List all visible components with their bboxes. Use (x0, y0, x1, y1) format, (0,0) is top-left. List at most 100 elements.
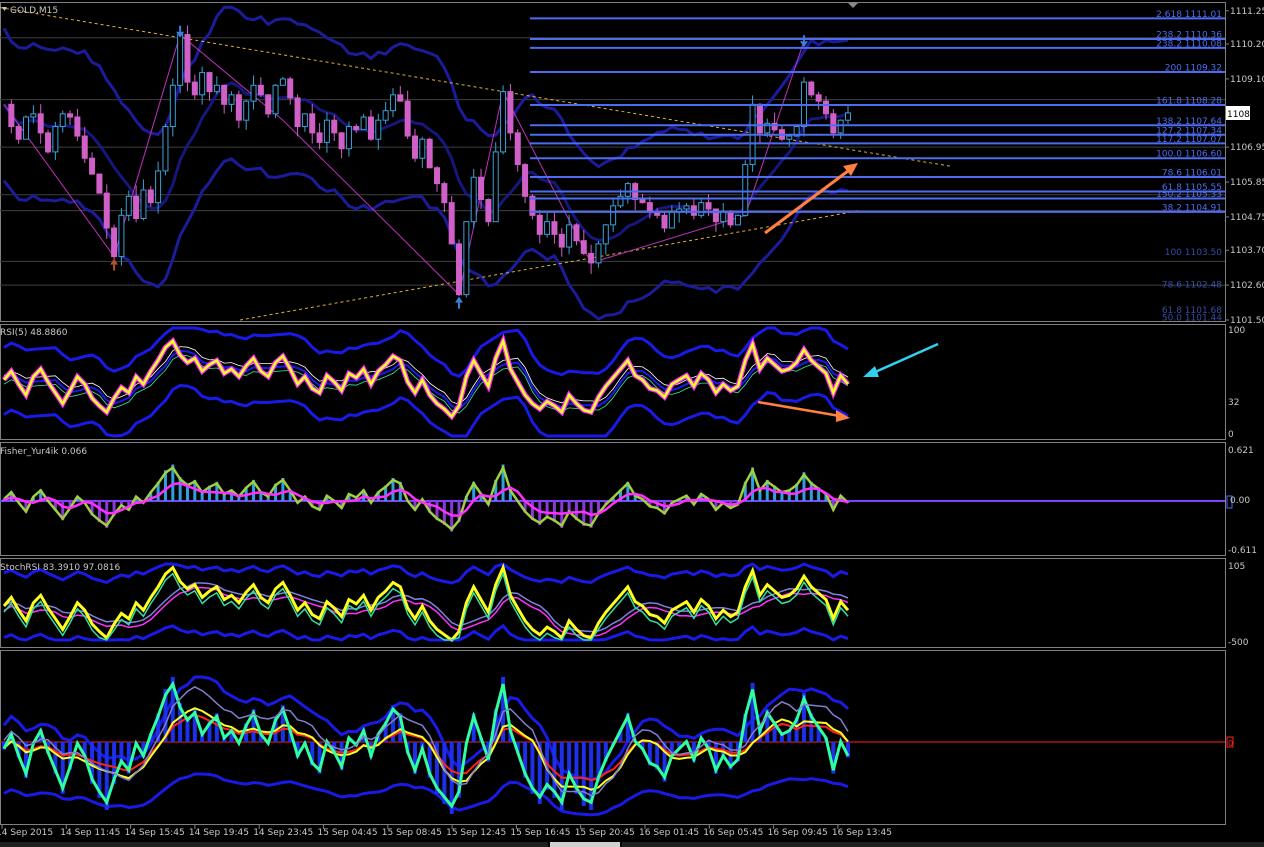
fib-secondary-label: 78.6 1102.48 (1162, 280, 1222, 290)
candle-down (705, 202, 712, 210)
cyan-arrow-head (863, 366, 879, 377)
osc-axis-zero: 0 (1228, 739, 1233, 748)
price-axis-tick: 1111.25 (1230, 7, 1264, 17)
candle-down (353, 126, 360, 131)
candle-down (756, 103, 763, 134)
candle-down (411, 135, 418, 159)
candle-up (389, 94, 396, 112)
shift-marker-icon (848, 3, 858, 8)
candle-up (698, 202, 705, 216)
rsi-divergence-arrow (757, 400, 841, 418)
osc-lower-band (3, 772, 849, 817)
time-axis-label: 15 Sep 20:45 (575, 828, 635, 838)
candle-up (566, 224, 573, 248)
stoch-main-line (2, 563, 850, 643)
candle-up (683, 205, 690, 210)
fisher-title: Fisher_Yur4ik 0.066 (0, 447, 87, 457)
candle-up (595, 243, 602, 264)
candle-up (199, 72, 206, 96)
candle-down (815, 94, 822, 102)
candle-down (67, 113, 74, 118)
candle-down (184, 34, 191, 83)
candle-down (514, 132, 521, 166)
candle-down (221, 84, 228, 105)
price-axis-tick: 1110.20 (1230, 40, 1264, 50)
time-axis-label: 14 Sep 23:45 (253, 828, 313, 838)
candle-up (279, 78, 286, 86)
rsi-axis-max: 100 (1228, 326, 1245, 336)
stochrsi-title: StochRSI 83.3910 97.0816 (0, 563, 120, 573)
candle-down (580, 240, 587, 254)
candle-down (404, 100, 411, 137)
scroll-left-area[interactable] (0, 842, 548, 847)
candle-down (74, 116, 81, 137)
candle-up (786, 135, 793, 140)
candle-down (257, 84, 264, 96)
candle-up (169, 84, 176, 128)
time-axis-label: 16 Sep 01:45 (639, 828, 699, 838)
bottom-pivot-arrow (455, 296, 464, 303)
fisher-axis-max: 0.621 (1228, 446, 1254, 456)
candle-down (81, 135, 88, 159)
candle-up (155, 170, 162, 204)
candle-up (30, 113, 37, 118)
rsi-axis-min: 0 (1228, 430, 1234, 440)
current-price-label: 1108.03 (1227, 110, 1264, 120)
price-axis-tick: 1106.95 (1230, 143, 1264, 153)
candle-down (830, 113, 837, 134)
candle-up (382, 110, 389, 121)
price-axis-tick: 1103.70 (1230, 246, 1264, 256)
candle-up (734, 214, 741, 226)
candle-down (96, 173, 103, 194)
candle-up (140, 189, 147, 220)
fisher-layer (0, 464, 1233, 532)
candle-up (301, 113, 308, 128)
time-axis-label: 15 Sep 12:45 (446, 828, 506, 838)
fisher-axis-min: -0.611 (1228, 546, 1257, 556)
cyan-annotation-arrow (872, 342, 939, 375)
candle-down (485, 198, 492, 223)
horizontal-scrollbar-thumb[interactable] (550, 842, 620, 847)
candle-down (89, 157, 96, 175)
price-axis-tick: 1104.75 (1230, 213, 1264, 223)
candle-down (426, 138, 433, 169)
candle-down (8, 103, 15, 128)
candle-up (668, 211, 675, 229)
time-axis-label: 15 Sep 16:45 (510, 828, 570, 838)
candle-down (448, 202, 455, 245)
candle-up (213, 84, 220, 93)
time-axis-label: 16 Sep 05:45 (703, 828, 763, 838)
candle-up (272, 84, 279, 115)
candle-up (228, 94, 235, 105)
candle-down (808, 81, 815, 96)
candle-up (492, 151, 499, 223)
fisher-line-green (3, 464, 849, 531)
stoch-slow-line (3, 582, 849, 633)
candle-down (646, 202, 653, 213)
candle-up (323, 119, 330, 143)
candle-up (602, 224, 609, 245)
candle-down (573, 224, 580, 242)
candle-down (147, 189, 154, 204)
candle-up (23, 116, 30, 140)
candle-up (419, 138, 426, 159)
fib-level-label: 200 1109.32 (1165, 64, 1222, 74)
candle-down (111, 227, 118, 258)
candle-down (456, 243, 463, 296)
candle-down (103, 192, 110, 229)
rsi-upper-band (3, 326, 849, 379)
candle-down (367, 116, 374, 140)
candle-down (434, 167, 441, 185)
scroll-right-area[interactable] (622, 842, 1264, 847)
candle-up (360, 116, 367, 131)
fib-level-label: 38.2 1104.91 (1162, 203, 1222, 213)
time-axis-label: 16 Sep 09:45 (768, 828, 828, 838)
bollinger-lower-band (2, 157, 849, 321)
time-axis-label: 14 Sep 15:45 (125, 828, 185, 838)
time-axis-label: 16 Sep 13:45 (832, 828, 892, 838)
fisher-axis-zero: 0.00 (1230, 496, 1250, 506)
stochrsi-axis-min: -500 (1228, 638, 1249, 648)
time-axis-label: 15 Sep 04:45 (318, 828, 378, 838)
candle-down (309, 113, 316, 134)
fib-level-label: 161.8 1108.28 (1156, 97, 1222, 107)
